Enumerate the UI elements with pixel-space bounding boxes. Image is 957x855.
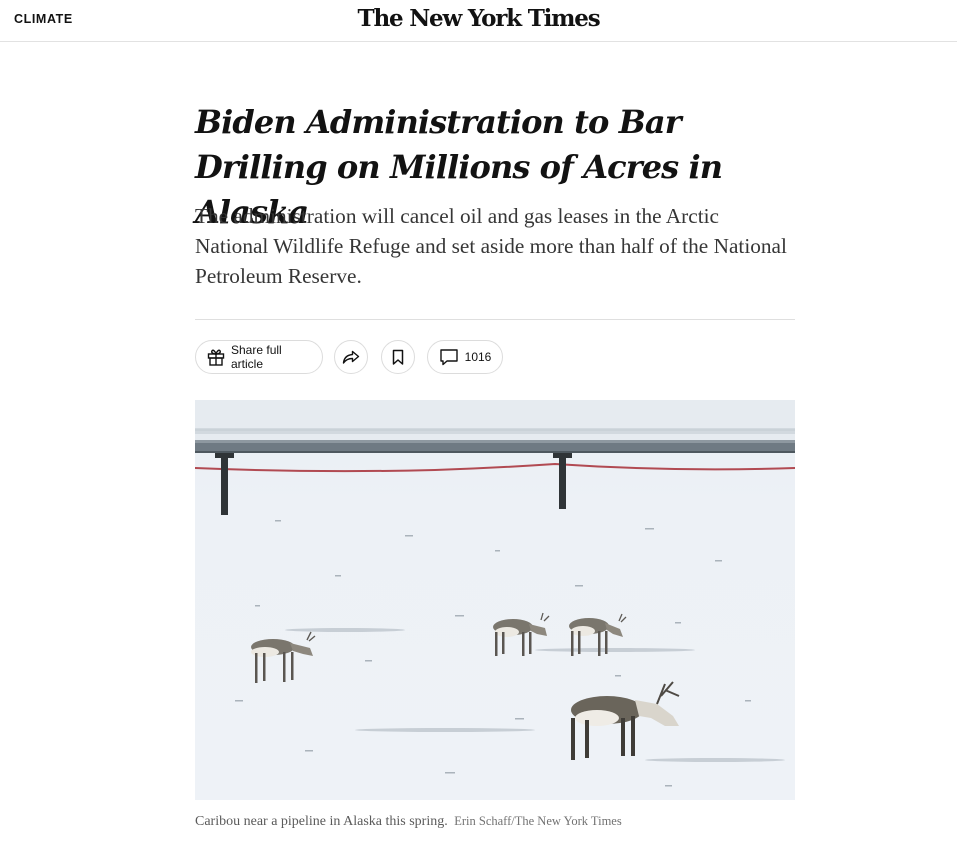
article-toolbar: Share full article 1016 [195, 340, 795, 374]
share-button[interactable] [334, 340, 368, 374]
share-full-article-label: Share full article [231, 343, 282, 371]
article-summary: The administration will cancel oil and g… [195, 204, 787, 288]
share-arrow-icon [341, 347, 361, 367]
bookmark-icon [389, 348, 407, 366]
nyt-logo[interactable]: The New York Times [0, 5, 957, 32]
gift-icon [206, 347, 231, 367]
photo-credit: Erin Schaff/The New York Times [454, 814, 622, 828]
comment-count: 1016 [464, 350, 492, 364]
photo-caption: Caribou near a pipeline in Alaska this s… [195, 814, 795, 830]
save-button[interactable] [381, 340, 415, 374]
comments-button[interactable]: 1016 [427, 340, 503, 374]
caption-text: Caribou near a pipeline in Alaska this s… [195, 814, 448, 829]
top-bar: CLIMATE The New York Times [0, 0, 957, 42]
divider [195, 319, 795, 320]
share-full-article-button[interactable]: Share full article [195, 340, 323, 374]
comment-bubble-icon [439, 348, 465, 366]
lead-photo[interactable] [195, 400, 795, 800]
